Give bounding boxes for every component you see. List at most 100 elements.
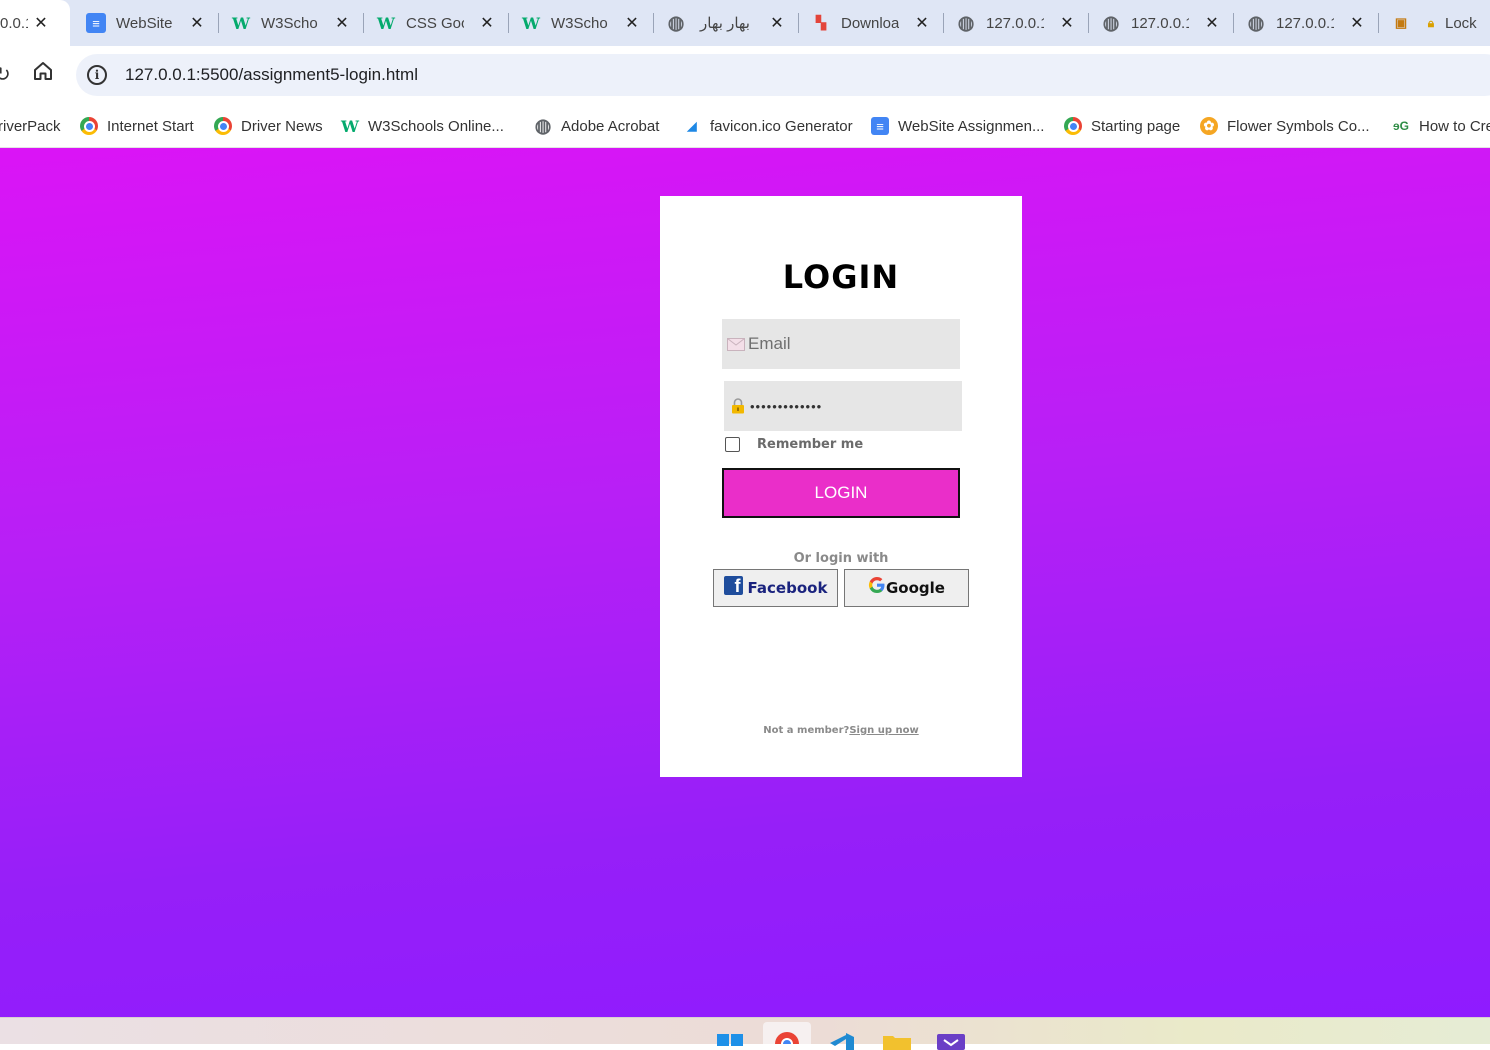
tab-title: 127.0.0.1 bbox=[1131, 14, 1189, 32]
chrome-icon bbox=[1064, 117, 1082, 135]
email-input[interactable] bbox=[748, 334, 948, 354]
chrome-icon bbox=[214, 117, 232, 135]
bookmark-w3schools[interactable]: W W3Schools Online... bbox=[341, 113, 504, 139]
bookmark-website-assignment[interactable]: ≡ WebSite Assignmen... bbox=[871, 113, 1044, 139]
globe-icon: ◍ bbox=[667, 12, 685, 34]
tab-separator bbox=[1378, 13, 1379, 33]
bookmark-label: favicon.ico Generator bbox=[710, 117, 853, 135]
globe-icon: ◍ bbox=[1247, 12, 1265, 34]
close-icon[interactable]: ✕ bbox=[333, 14, 351, 32]
password-input[interactable] bbox=[750, 398, 950, 414]
signup-link[interactable]: Sign up now bbox=[849, 725, 918, 736]
windows-start-icon[interactable] bbox=[716, 1030, 746, 1050]
bookmark-label: Internet Start bbox=[107, 117, 194, 135]
tab-separator bbox=[653, 13, 654, 33]
bookmarks-bar: riverPack Internet Start Driver News W W… bbox=[0, 104, 1490, 148]
tab-website[interactable]: ≡ WebSite ✕ bbox=[86, 0, 206, 46]
tab-title: 0.0.1 bbox=[0, 14, 28, 32]
close-icon[interactable]: ✕ bbox=[1348, 14, 1366, 32]
tab-w3schools[interactable]: W W3Scho ✕ bbox=[231, 0, 351, 46]
email-field-wrapper[interactable] bbox=[722, 319, 960, 369]
browser-toolbar: ↻ i 127.0.0.1:5500/assignment5-login.htm… bbox=[0, 46, 1490, 104]
remember-me[interactable]: Remember me bbox=[725, 437, 863, 452]
w3schools-icon: W bbox=[377, 13, 395, 33]
close-icon[interactable]: ✕ bbox=[1058, 14, 1076, 32]
envelope-icon bbox=[727, 336, 745, 352]
w3schools-icon: W bbox=[341, 116, 359, 136]
bookmark-how-to-create[interactable]: ɘG How to Cre bbox=[1392, 113, 1490, 139]
tab-localhost-2[interactable]: ◍ 127.0.0.1 ✕ bbox=[1101, 0, 1221, 46]
tab-separator bbox=[363, 13, 364, 33]
tab-separator bbox=[1088, 13, 1089, 33]
bookmark-driver-news[interactable]: Driver News bbox=[214, 113, 323, 139]
tab-bahar[interactable]: ◍ بهار بهار ✕ bbox=[666, 0, 786, 46]
close-icon[interactable]: ✕ bbox=[188, 14, 206, 32]
download-site-icon: ▚ bbox=[816, 15, 826, 30]
w3schools-icon: W bbox=[522, 13, 540, 33]
globe-icon: ◍ bbox=[957, 12, 975, 34]
url-text[interactable]: 127.0.0.1:5500/assignment5-login.html bbox=[125, 65, 418, 85]
close-icon[interactable]: ✕ bbox=[768, 14, 786, 32]
tab-separator bbox=[218, 13, 219, 33]
tab-active[interactable]: 0.0.1 ✕ bbox=[0, 0, 70, 46]
bookmark-driverpack[interactable]: riverPack bbox=[0, 113, 61, 139]
file-explorer-icon[interactable] bbox=[882, 1030, 912, 1050]
favicon-generator-icon: ◢ bbox=[687, 119, 697, 133]
lock-icon: 🔒︎ bbox=[1427, 15, 1435, 30]
login-title: LOGIN bbox=[782, 258, 900, 296]
chrome-icon bbox=[775, 1032, 799, 1050]
google-icon bbox=[868, 576, 885, 594]
reload-icon[interactable]: ↻ bbox=[0, 62, 11, 87]
close-icon[interactable]: ✕ bbox=[478, 14, 496, 32]
address-bar[interactable]: i 127.0.0.1:5500/assignment5-login.html bbox=[76, 54, 1490, 96]
login-button[interactable]: LOGIN bbox=[722, 468, 960, 518]
lock-icon bbox=[729, 398, 747, 414]
close-icon[interactable]: ✕ bbox=[913, 14, 931, 32]
bookmark-flower-symbols[interactable]: ✿ Flower Symbols Co... bbox=[1200, 113, 1370, 139]
os-taskbar bbox=[0, 1017, 1490, 1050]
facebook-label: Facebook bbox=[747, 579, 828, 597]
google-docs-icon: ≡ bbox=[86, 13, 106, 33]
tab-w3schools-2[interactable]: W W3Scho ✕ bbox=[521, 0, 641, 46]
remember-checkbox[interactable] bbox=[725, 437, 740, 452]
bookmark-label: WebSite Assignmen... bbox=[898, 117, 1045, 135]
browser-tab-strip: 0.0.1 ✕ ≡ WebSite ✕ W W3Scho ✕ W CSS Goo… bbox=[0, 0, 1490, 46]
password-field-wrapper[interactable] bbox=[724, 381, 962, 431]
visual-studio-icon[interactable] bbox=[936, 1030, 966, 1050]
tab-css-goo[interactable]: W CSS Goo ✕ bbox=[376, 0, 496, 46]
tab-localhost-1[interactable]: ◍ 127.0.0.1 ✕ bbox=[956, 0, 1076, 46]
tab-separator bbox=[943, 13, 944, 33]
w3schools-icon: W bbox=[232, 13, 250, 33]
site-info-icon[interactable]: i bbox=[87, 65, 107, 85]
tab-title: WebSite bbox=[116, 14, 173, 32]
tab-lock[interactable]: ▣ 🔒︎ Lock bbox=[1391, 0, 1490, 46]
chrome-icon bbox=[80, 117, 98, 135]
close-icon[interactable]: ✕ bbox=[1203, 14, 1221, 32]
google-label: Google bbox=[886, 579, 945, 597]
close-icon[interactable]: ✕ bbox=[32, 14, 50, 32]
facebook-icon: f bbox=[723, 575, 743, 595]
bookmark-label: riverPack bbox=[0, 117, 61, 135]
page-background: LOGIN Remember me bbox=[0, 148, 1490, 1017]
chrome-taskbar-button[interactable] bbox=[763, 1022, 811, 1050]
bookmark-label: Adobe Acrobat bbox=[561, 117, 660, 135]
bookmark-internet-start[interactable]: Internet Start bbox=[80, 113, 194, 139]
bookmark-adobe-acrobat[interactable]: ◍ Adobe Acrobat bbox=[534, 113, 660, 139]
bookmark-favicon-generator[interactable]: ◢ favicon.ico Generator bbox=[683, 113, 853, 139]
tab-title: Lock bbox=[1445, 14, 1477, 32]
vscode-icon[interactable] bbox=[826, 1030, 856, 1050]
signup-prompt: Not a member?Sign up now bbox=[660, 725, 1022, 736]
google-docs-icon: ≡ bbox=[871, 117, 889, 135]
bookmark-starting-page[interactable]: Starting page bbox=[1064, 113, 1180, 139]
tab-localhost-3[interactable]: ◍ 127.0.0.1 ✕ bbox=[1246, 0, 1366, 46]
google-login-button[interactable]: Google bbox=[844, 569, 969, 607]
home-icon[interactable] bbox=[32, 60, 54, 82]
facebook-login-button[interactable]: f Facebook bbox=[713, 569, 838, 607]
close-icon[interactable]: ✕ bbox=[623, 14, 641, 32]
tab-title: 127.0.0.1 bbox=[986, 14, 1044, 32]
tab-title: بهار بهار bbox=[700, 15, 750, 32]
bookmark-label: How to Cre bbox=[1419, 117, 1490, 135]
bookmark-label: W3Schools Online... bbox=[368, 117, 504, 135]
or-login-with-text: Or login with bbox=[793, 551, 889, 566]
tab-download[interactable]: ▚ Downloa ✕ bbox=[811, 0, 931, 46]
